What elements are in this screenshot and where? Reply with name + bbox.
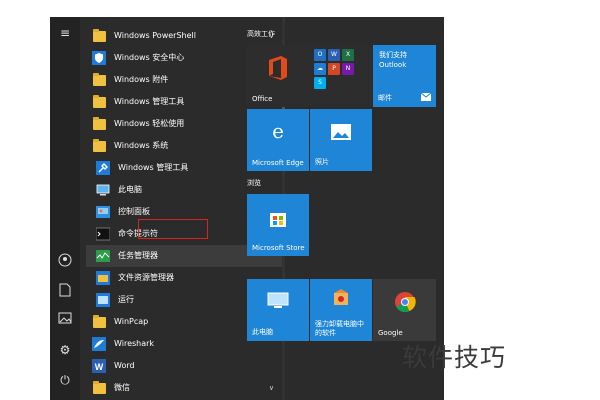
- uninstaller-icon: [310, 287, 372, 312]
- control-panel-highlight-box: [138, 219, 208, 239]
- app-item-wechat[interactable]: 微信 ∨: [86, 377, 282, 399]
- folder-icon: [90, 137, 108, 155]
- watermark: 软件技巧: [402, 343, 507, 372]
- user-avatar-icon[interactable]: [57, 253, 73, 269]
- tile-google-chrome[interactable]: Google: [373, 279, 436, 341]
- task-manager-icon: [94, 247, 112, 265]
- outlook-mini-icon: O: [314, 49, 326, 61]
- tile-photos[interactable]: 照片: [310, 109, 372, 171]
- word-icon: W: [90, 357, 108, 375]
- folder-icon: [90, 27, 108, 45]
- group-title-productivity: 高效工作: [247, 30, 275, 38]
- control-panel-icon: [94, 203, 112, 221]
- tile-this-pc[interactable]: 此电脑: [247, 279, 309, 341]
- settings-gear-icon[interactable]: ⚙: [57, 342, 73, 358]
- cmd-icon: [94, 225, 112, 243]
- folder-icon: [90, 93, 108, 111]
- app-item-word[interactable]: W Word: [86, 355, 282, 377]
- document-icon[interactable]: [57, 283, 73, 299]
- file-explorer-icon: [94, 269, 112, 287]
- start-rail: ≡ ⚙ ⏻: [50, 17, 80, 400]
- excel-mini-icon: X: [342, 49, 354, 61]
- skype-mini-icon: S: [314, 77, 326, 89]
- wireshark-icon: [90, 335, 108, 353]
- folder-icon: [90, 71, 108, 89]
- word-mini-icon: W: [328, 49, 340, 61]
- mail-envelope-icon: [420, 92, 432, 103]
- onenote-mini-icon: N: [342, 63, 354, 75]
- tile-office[interactable]: Office: [247, 45, 309, 107]
- computer-icon: [94, 181, 112, 199]
- pictures-icon[interactable]: [57, 312, 73, 328]
- run-icon: [94, 291, 112, 309]
- folder-icon: [90, 115, 108, 133]
- tile-uninstaller[interactable]: 强力卸载电脑中的软件: [310, 279, 372, 341]
- tile-microsoft-edge[interactable]: e Microsoft Edge: [247, 109, 309, 171]
- group-title-browse: 浏览: [247, 179, 261, 187]
- hamburger-menu-icon[interactable]: ≡: [57, 25, 73, 41]
- mail-tile-text: 我们支持 Outlook: [379, 51, 407, 69]
- folder-icon: [90, 379, 108, 397]
- computer-icon: [247, 291, 309, 315]
- folder-icon: [90, 313, 108, 331]
- power-icon[interactable]: ⏻: [57, 372, 73, 388]
- office-icon: [247, 55, 309, 86]
- svg-text:W: W: [95, 362, 104, 372]
- admin-tools-icon: [94, 159, 112, 177]
- powerpoint-mini-icon: P: [328, 63, 340, 75]
- onedrive-mini-icon: ☁: [314, 63, 326, 75]
- edge-icon: e: [272, 119, 284, 143]
- store-icon: [247, 208, 309, 233]
- start-menu: ≡ ⚙ ⏻ Windows PowerShell ∨ Windows 安全中心 …: [50, 17, 444, 400]
- tile-microsoft-store[interactable]: Microsoft Store: [247, 194, 309, 256]
- photos-icon: [310, 121, 372, 145]
- shield-icon: [90, 49, 108, 67]
- tile-office-apps-folder[interactable]: O W X ☁ P N S: [310, 45, 372, 107]
- chrome-icon: [373, 291, 436, 318]
- chevron-down-icon: ∨: [268, 384, 274, 392]
- tile-mail[interactable]: 我们支持 Outlook 邮件: [373, 45, 436, 107]
